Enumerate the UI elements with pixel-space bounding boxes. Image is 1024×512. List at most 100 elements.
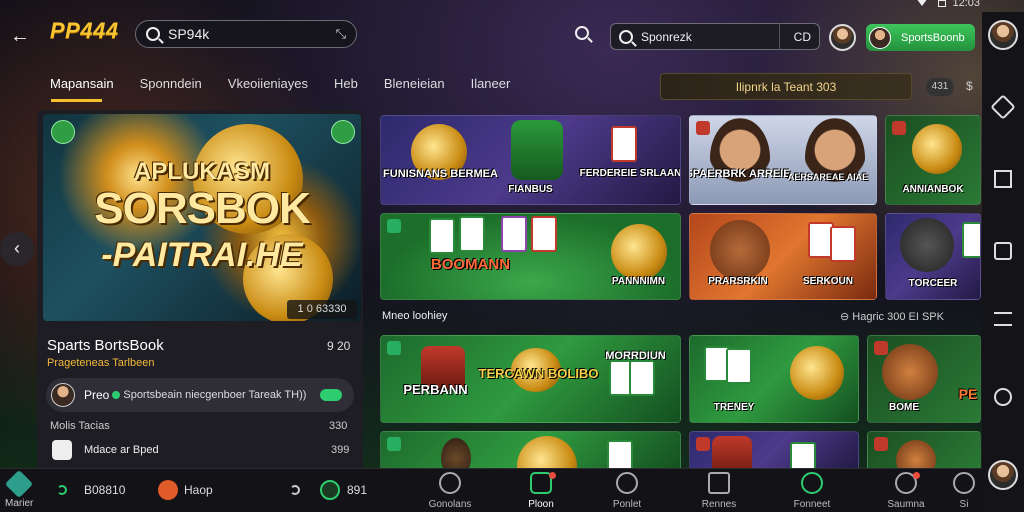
shield-icon	[712, 436, 752, 470]
tab-mapansain[interactable]: Mapansain	[50, 76, 114, 91]
search-field-secondary[interactable]: Sponrezk CD	[610, 23, 820, 50]
coin-image	[790, 346, 844, 400]
list-icon	[708, 472, 730, 494]
search-input[interactable]: SP94k ⤡	[135, 20, 357, 48]
sportsbook-button[interactable]: SportsBoonb	[866, 24, 975, 51]
game-title: PE	[958, 386, 978, 402]
wallet-icon	[616, 472, 638, 494]
nav-label: Saumna	[887, 499, 925, 510]
cc-label[interactable]: CD	[794, 30, 811, 44]
nav-label: Si	[959, 499, 969, 510]
sportsbook-button-label: SportsBoonb	[901, 31, 965, 44]
chevron-left-icon[interactable]: ‹	[0, 232, 34, 266]
panel-subtitle: Prageteneas Tarlbeen	[47, 357, 155, 369]
menu-icon[interactable]	[994, 312, 1012, 326]
nav-item-gonolans[interactable]: Gonolans	[415, 470, 485, 510]
coin-image	[912, 124, 962, 174]
nav-label: Gonolans	[428, 499, 472, 510]
hero-line-1: APLUKASM	[134, 158, 270, 185]
card-image	[459, 216, 485, 252]
user-avatar[interactable]	[829, 24, 856, 51]
app-logo[interactable]: PP444	[50, 18, 119, 44]
live-tag	[874, 341, 888, 355]
bottom-balance[interactable]: B08810	[84, 483, 125, 497]
toggle-switch[interactable]	[320, 389, 342, 401]
profile-avatar[interactable]	[988, 20, 1018, 50]
clear-icon[interactable]: ⤡	[336, 26, 346, 42]
circle-icon	[801, 472, 823, 494]
section-info[interactable]: ⊖ Hagric 300 EI SPK	[840, 310, 944, 323]
app-icon	[52, 440, 72, 460]
nav-item-saumna[interactable]: Saumna	[871, 470, 941, 510]
nav-item-ploon[interactable]: Ploon	[506, 470, 576, 510]
nav-label: Fonneet	[793, 499, 831, 510]
card-image	[531, 216, 557, 252]
search-input-value: SP94k	[168, 26, 210, 42]
animal-image	[710, 220, 770, 280]
notification-dot	[913, 472, 920, 479]
gamepad-icon	[439, 472, 461, 494]
search-button[interactable]	[575, 26, 589, 40]
tab-bleneieian[interactable]: Bleneieian	[384, 76, 445, 91]
checkbox-icon[interactable]	[994, 242, 1012, 260]
game-tile[interactable]	[380, 431, 681, 471]
promo-chevron[interactable]: $	[966, 79, 973, 93]
card-image	[962, 222, 980, 258]
nav-item-fonneet[interactable]: Fonneet	[777, 470, 847, 510]
promo-count-badge[interactable]: 431	[926, 78, 954, 96]
search-badge-icon[interactable]	[331, 120, 355, 144]
stat-label-2[interactable]: Mdace ar Bped	[84, 444, 159, 456]
back-arrow-icon[interactable]: ←	[8, 24, 32, 48]
hero-line-2: SORSBOK	[94, 184, 310, 233]
game-tile[interactable]: BOOMANN PANNNIMN	[380, 213, 681, 300]
hero-banner[interactable]: APLUKASM SORSBOK -PAITRAI.HE	[43, 114, 361, 321]
game-tile[interactable]: PERBANN TERCAWN BOLIBO MORRDIUN	[380, 335, 681, 423]
live-tag	[387, 341, 401, 355]
live-tag	[696, 121, 710, 135]
bottom-count[interactable]: 891	[347, 483, 367, 497]
game-tile[interactable]: BOME PE	[867, 335, 981, 423]
tab-sponndein[interactable]: Sponndein	[140, 76, 202, 91]
animal-image	[896, 440, 936, 470]
game-tile[interactable]: FUNISNANS BERMEA FIANBUS FERDEREIE SRLAA…	[380, 115, 681, 205]
status-dot-icon	[112, 391, 121, 399]
nav-item-si[interactable]: Si	[946, 470, 982, 510]
bottom-help[interactable]: Haop	[184, 483, 213, 497]
loading-ring-icon	[57, 485, 67, 495]
game-title: TORCEER	[908, 278, 958, 289]
bottom-left-label[interactable]: Marier	[5, 498, 33, 509]
square-icon[interactable]	[994, 170, 1012, 188]
refresh-icon[interactable]	[290, 485, 300, 495]
green-coin-icon	[320, 480, 340, 500]
game-tile[interactable]	[867, 431, 981, 471]
divider	[778, 23, 780, 50]
card-image	[429, 218, 455, 254]
game-tile[interactable]	[689, 431, 859, 471]
nav-item-rennes[interactable]: Rennes	[684, 470, 754, 510]
tab-heb[interactable]: Heb	[334, 76, 358, 91]
game-tile[interactable]: PRARSRKIN SERKOUN	[689, 213, 877, 300]
activity-text: Sportsbeain niecgenboer Tareak TH))	[123, 389, 307, 401]
game-tile[interactable]: ANNIANBOK	[885, 115, 981, 205]
tab-vkeoiieniayes[interactable]: Vkeoiieniayes	[228, 76, 308, 91]
red-coin-icon	[158, 480, 178, 500]
card-image	[611, 126, 637, 162]
section-title: Mneo loohiey	[382, 310, 448, 322]
panel-title: Sparts BortsBook	[47, 337, 164, 354]
activity-row[interactable]: Preo Sportsbeain niecgenboer Tareak TH))	[46, 378, 354, 412]
tab-ilaneer[interactable]: Ilaneer	[471, 76, 511, 91]
game-tile[interactable]: TRENEY	[689, 335, 859, 423]
promo-banner[interactable]: Ilipnrk la Teant 303	[660, 73, 912, 100]
game-title: ANNIANBOK	[902, 184, 964, 195]
status-bar: 12:03	[0, 0, 1024, 10]
bottom-avatar[interactable]	[988, 460, 1018, 490]
diamond-icon[interactable]	[990, 94, 1016, 120]
card-image	[830, 226, 856, 262]
player-image	[805, 118, 865, 198]
game-tile[interactable]: SPAERBRK ARREIE AERSAREAE AIAE	[689, 115, 877, 205]
clock-icon[interactable]	[994, 388, 1012, 406]
nav-item-ponlet[interactable]: Ponlet	[592, 470, 662, 510]
game-title: SERKOUN	[802, 276, 853, 287]
status-time: 12:03	[952, 0, 980, 9]
game-tile[interactable]: TORCEER	[885, 213, 981, 300]
